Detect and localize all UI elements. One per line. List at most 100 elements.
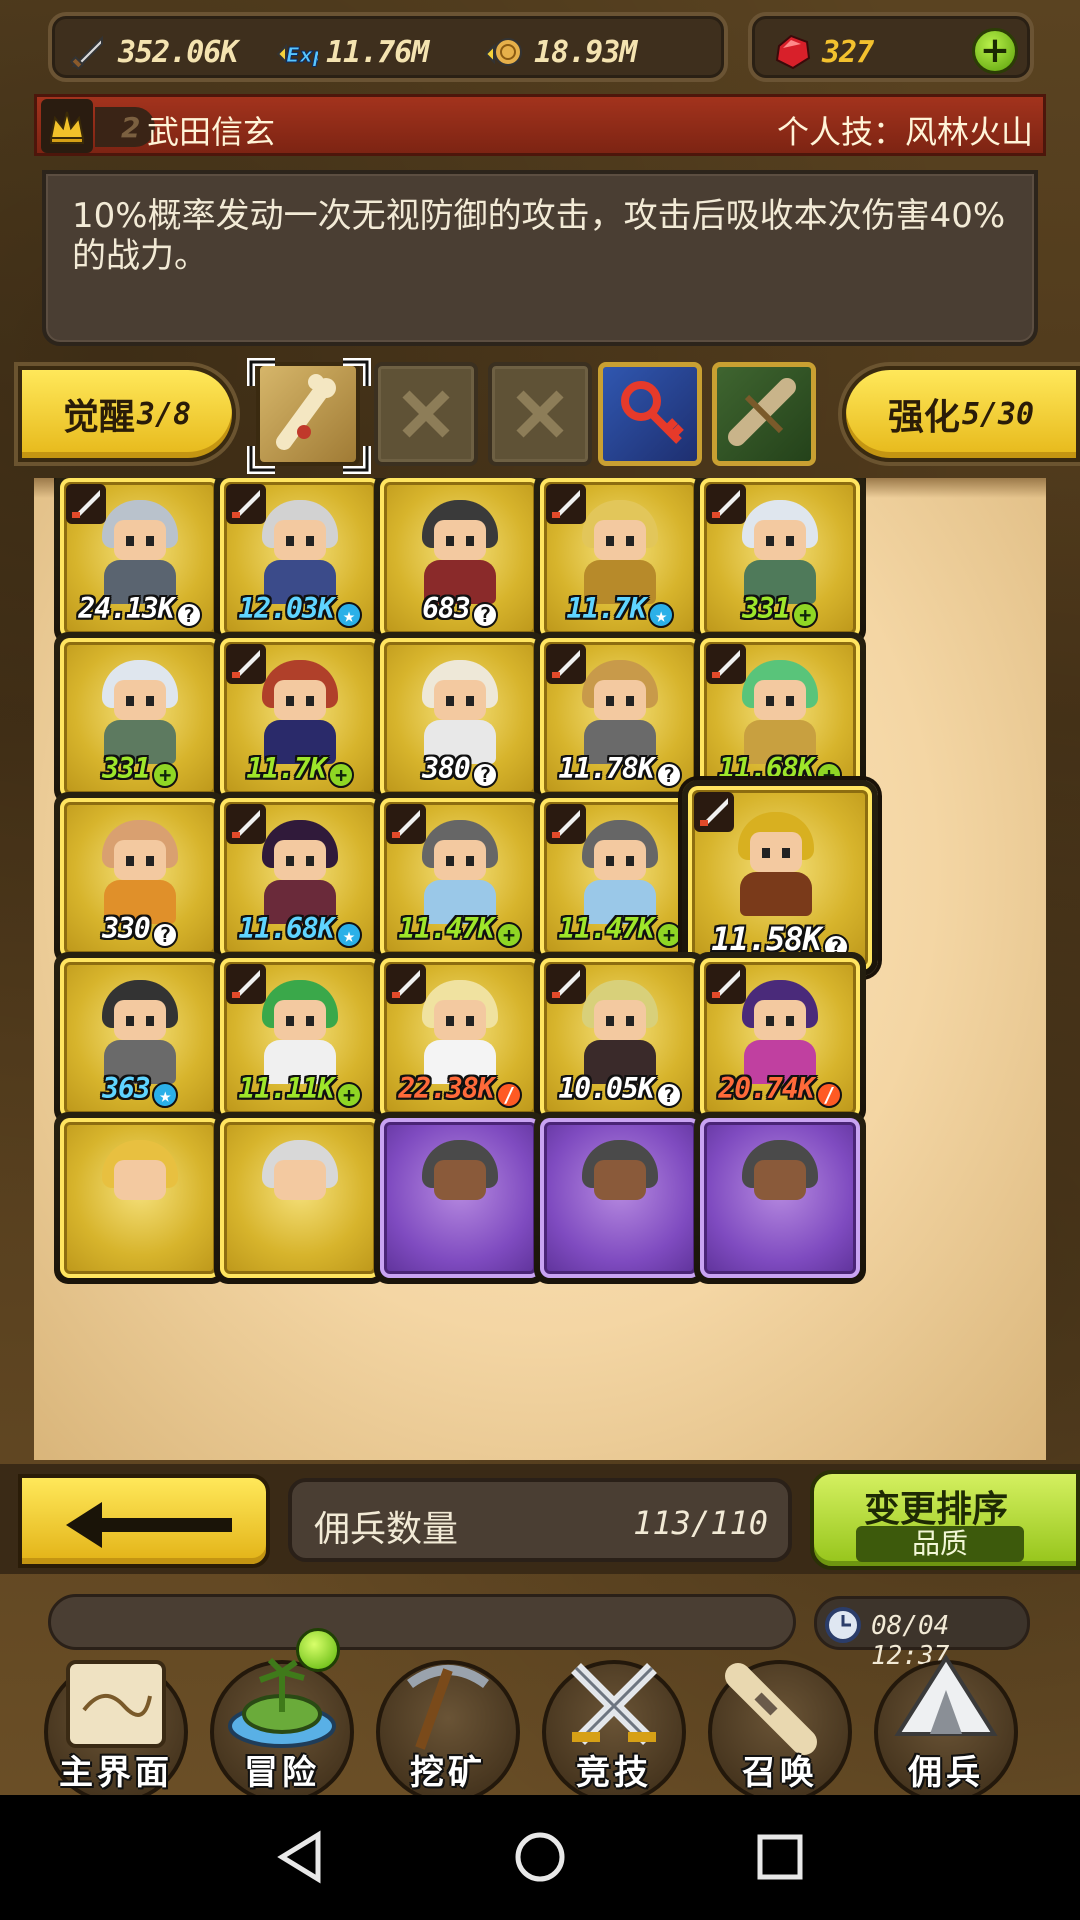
- recents-icon[interactable]: [750, 1827, 810, 1887]
- card-frame: 22.38K /: [380, 958, 540, 1118]
- mercenary-card[interactable]: 11.68K ★: [214, 792, 386, 964]
- equip-slot-5[interactable]: [712, 362, 816, 466]
- card-frame: 11.47K +: [540, 798, 700, 958]
- mercenary-card[interactable]: 22.38K /: [374, 952, 546, 1124]
- mercenary-card[interactable]: 11.78K?: [534, 632, 706, 804]
- nav-item-summon[interactable]: 召唤: [698, 1650, 862, 1804]
- plus-circle-icon: +: [495, 922, 522, 948]
- mercenary-power: 24.13K?: [60, 592, 220, 628]
- summon-scroll-icon: [725, 1663, 817, 1755]
- mercenary-card[interactable]: 10.05K?: [534, 952, 706, 1124]
- plus-circle-icon: +: [335, 1082, 362, 1108]
- mercenary-card[interactable]: 331 +: [694, 478, 866, 644]
- mercenary-portrait: [574, 660, 666, 764]
- power-value: 331: [102, 752, 151, 785]
- mercenary-card[interactable]: 11.11K +: [214, 952, 386, 1124]
- card-frame: 380?: [380, 638, 540, 798]
- mercenary-card[interactable]: 24.13K?: [54, 478, 226, 644]
- mercenary-portrait: [94, 980, 186, 1084]
- question-icon: ?: [151, 922, 178, 948]
- card-frame: 11.47K +: [380, 798, 540, 958]
- gold-resource: 18.93M: [482, 30, 637, 74]
- enhance-button[interactable]: 强化 5/30: [842, 366, 1080, 462]
- mercenary-card[interactable]: [214, 1112, 386, 1284]
- mercenary-card[interactable]: [374, 1112, 546, 1284]
- mercenary-card[interactable]: 330?: [54, 792, 226, 964]
- sort-button-label: 变更排序: [864, 1489, 1009, 1530]
- mercenary-portrait: [254, 1140, 346, 1244]
- mercenary-card[interactable]: 11.7K ★: [534, 478, 706, 644]
- mercenary-card[interactable]: [694, 1112, 866, 1284]
- red-key-icon: [621, 381, 684, 444]
- back-button[interactable]: [18, 1474, 270, 1568]
- card-frame: 11.78K?: [540, 638, 700, 798]
- equip-slot-3[interactable]: [488, 362, 592, 466]
- mercenary-card[interactable]: 11.47K +: [374, 792, 546, 964]
- mercenary-portrait: [414, 980, 506, 1084]
- nav-label-arena: 竞技: [576, 1753, 652, 1793]
- add-gems-button[interactable]: +: [972, 28, 1018, 74]
- exp-icon-label: Exp: [286, 43, 318, 67]
- sword-badge-icon: [706, 644, 746, 684]
- mercenary-card[interactable]: 683?: [374, 478, 546, 644]
- sword-badge-icon: [226, 644, 266, 684]
- mercenary-card[interactable]: 11.58K?: [682, 780, 878, 976]
- back-icon[interactable]: [270, 1827, 330, 1887]
- card-frame: 683?: [380, 478, 540, 638]
- mercenary-portrait: [94, 1140, 186, 1244]
- mercenary-power: 11.11K +: [220, 1072, 380, 1108]
- question-icon: ?: [655, 762, 682, 788]
- skill-description-panel: 10%概率发动一次无视防御的攻击，攻击后吸收本次伤害40%的战力。: [42, 170, 1038, 346]
- power-value: 11.47K: [398, 912, 494, 945]
- nav-item-mining[interactable]: 挖矿: [366, 1650, 530, 1804]
- power-value: 330: [102, 912, 151, 945]
- android-nav-bar: [0, 1795, 1080, 1920]
- hero-name: 武田信玄: [147, 113, 276, 151]
- sword-badge-icon: [386, 964, 426, 1004]
- mercenary-portrait: [574, 820, 666, 924]
- mercenary-portrait: [94, 500, 186, 604]
- change-sort-button[interactable]: 变更排序 品质: [810, 1470, 1080, 1570]
- equip-slot-2[interactable]: [374, 362, 478, 466]
- mercenary-card[interactable]: 363 ★: [54, 952, 226, 1124]
- mercenary-card[interactable]: 12.03K ★: [214, 478, 386, 644]
- home-icon[interactable]: [510, 1827, 570, 1887]
- card-frame: [380, 1118, 540, 1278]
- mercenary-portrait: [254, 980, 346, 1084]
- mercenary-portrait: [734, 500, 826, 604]
- hero-level-badge: 2: [95, 107, 155, 147]
- plus-circle-icon: +: [151, 762, 178, 788]
- tent-icon: [894, 1654, 998, 1736]
- mercenary-card[interactable]: 20.74K /: [694, 952, 866, 1124]
- power-value: 12.03K: [238, 592, 334, 625]
- question-icon: ?: [471, 762, 498, 788]
- mercenary-card[interactable]: 331 +: [54, 632, 226, 804]
- scroll-bundle-icon: [728, 378, 796, 446]
- nav-item-main[interactable]: 主界面: [34, 1650, 198, 1804]
- nav-item-mercenary[interactable]: 佣兵: [864, 1650, 1028, 1804]
- mercenary-grid[interactable]: 46.03K25.23K/25.23K/25.23K/12.76K?24.13K…: [34, 478, 1046, 1460]
- sword-badge-icon: [546, 964, 586, 1004]
- mercenary-card[interactable]: [54, 1112, 226, 1284]
- star-icon: ★: [647, 602, 674, 628]
- pencil-icon: /: [495, 1082, 522, 1108]
- mercenary-power: 331 +: [60, 752, 220, 788]
- mercenary-power: 683?: [380, 592, 540, 628]
- arrow-left-icon: [66, 1502, 232, 1548]
- card-frame: 11.68K ★: [220, 798, 380, 958]
- nav-item-arena[interactable]: 竞技: [532, 1650, 696, 1804]
- sword-badge-icon: [706, 484, 746, 524]
- mercenary-card[interactable]: [534, 1112, 706, 1284]
- mercenary-card[interactable]: 11.68K +: [694, 632, 866, 804]
- mercenary-card[interactable]: 380?: [374, 632, 546, 804]
- mercenary-card[interactable]: 11.47K +: [534, 792, 706, 964]
- mercenary-card[interactable]: 11.7K +: [214, 632, 386, 804]
- sword-badge-icon: [226, 964, 266, 1004]
- awaken-button[interactable]: 觉醒 3/8: [18, 366, 236, 462]
- equip-slot-4[interactable]: [598, 362, 702, 466]
- nav-item-adventure[interactable]: 冒险: [200, 1650, 364, 1804]
- sword-badge-icon: [546, 484, 586, 524]
- message-bar[interactable]: [48, 1594, 796, 1650]
- gem-resource: 327: [770, 30, 874, 74]
- mercenary-power: 363 ★: [60, 1072, 220, 1108]
